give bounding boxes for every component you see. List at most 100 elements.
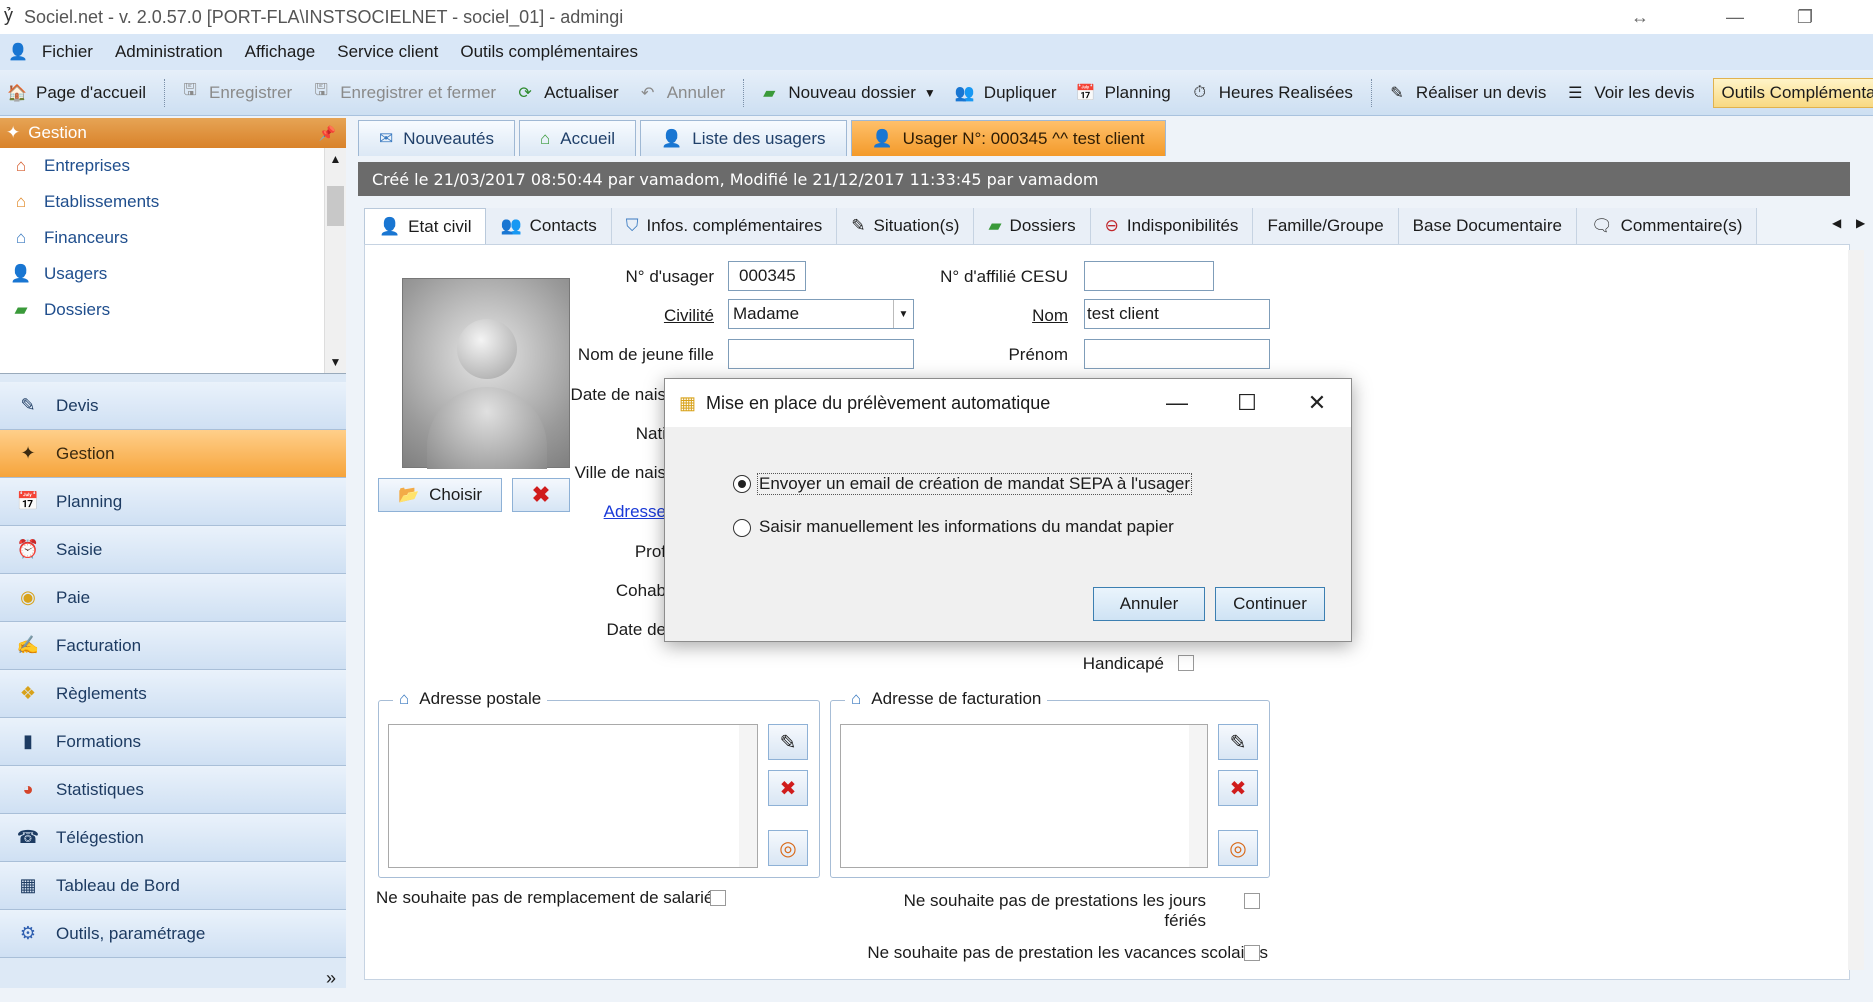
tab-dossiers[interactable]: ▰Dossiers <box>974 208 1090 244</box>
nav-telegestion[interactable]: ☎Télégestion <box>0 814 346 862</box>
menu-affichage[interactable]: Affichage <box>245 42 316 62</box>
home-icon: ⌂ <box>540 129 550 149</box>
nav-planning[interactable]: 📅Planning <box>0 478 346 526</box>
tab-usager[interactable]: 👤Usager N°: 000345 ^^ test client <box>851 120 1166 156</box>
sidebar-item-usagers[interactable]: 👤Usagers <box>0 256 346 292</box>
save-button[interactable]: 🖫Enregistrer <box>179 82 292 104</box>
nav-saisie[interactable]: ⏰Saisie <box>0 526 346 574</box>
nav-paie[interactable]: ◉Paie <box>0 574 346 622</box>
nav-reglements[interactable]: ❖Règlements <box>0 670 346 718</box>
folder-icon: ▰ <box>988 216 1001 236</box>
choose-photo-button[interactable]: 📂Choisir <box>378 478 502 512</box>
dialog-cancel-button[interactable]: Annuler <box>1093 587 1205 621</box>
scroll-down-icon[interactable]: ▼ <box>325 355 346 369</box>
option-manual-label[interactable]: Saisir manuellement les informations du … <box>759 517 1174 537</box>
menu-service-client[interactable]: Service client <box>337 42 438 62</box>
remplacement-checkbox[interactable] <box>710 890 726 906</box>
civilite-select[interactable]: Madame▼ <box>728 299 914 329</box>
save-close-button[interactable]: 🖫Enregistrer et fermer <box>310 82 496 104</box>
dialog-minimize-button[interactable]: — <box>1147 379 1207 427</box>
panel-scrollbar[interactable] <box>1848 250 1864 970</box>
adresse-link[interactable]: Adresse <box>560 502 666 522</box>
tab-liste-usagers[interactable]: 👤Liste des usagers <box>640 120 846 156</box>
option-email-label[interactable]: Envoyer un email de création de mandat S… <box>757 473 1192 495</box>
tab-contacts[interactable]: 👥Contacts <box>486 208 611 244</box>
menu-outils[interactable]: Outils complémentaires <box>460 42 638 62</box>
menu-fichier[interactable]: Fichier <box>42 42 93 62</box>
tab-scroll-right-icon[interactable]: ▶ <box>1856 216 1865 230</box>
vacances-checkbox[interactable] <box>1244 945 1260 961</box>
tab-nouveautes[interactable]: ✉Nouveautés <box>358 120 515 156</box>
textarea-scrollbar[interactable] <box>1189 725 1207 867</box>
adresse-postale-text[interactable] <box>388 724 758 868</box>
jeune-fille-field[interactable] <box>728 339 914 369</box>
establishment-icon: ⌂ <box>10 192 32 212</box>
dialog-close-button[interactable]: ✕ <box>1287 379 1347 427</box>
textarea-scrollbar[interactable] <box>739 725 757 867</box>
date-naissance-label: Date de nais <box>560 385 666 405</box>
feries-checkbox[interactable] <box>1244 893 1260 909</box>
tab-scroll-left-icon[interactable]: ◀ <box>1832 216 1841 230</box>
refresh-button[interactable]: ⟳Actualiser <box>514 82 619 104</box>
handicape-checkbox[interactable] <box>1178 655 1194 671</box>
nav-gestion[interactable]: ✦Gestion <box>0 430 346 478</box>
sidebar-item-entreprises[interactable]: ⌂Entreprises <box>0 148 346 184</box>
scroll-thumb[interactable] <box>327 186 344 226</box>
cancel-toolbar-button[interactable]: ↶Annuler <box>637 82 726 104</box>
tab-base-documentaire[interactable]: Base Documentaire <box>1399 208 1577 244</box>
pin-icon[interactable]: 📌 <box>319 125 336 142</box>
user-photo <box>402 278 570 468</box>
sidebar-item-financeurs[interactable]: ⌂Financeurs <box>0 220 346 256</box>
menu-administration[interactable]: Administration <box>115 42 223 62</box>
duplicate-button[interactable]: 👥Dupliquer <box>954 82 1057 104</box>
expand-icon[interactable]: » <box>326 968 336 989</box>
nav-outils-parametrage[interactable]: ⚙Outils, paramétrage <box>0 910 346 958</box>
see-quotes-button[interactable]: ☰Voir les devis <box>1564 82 1694 104</box>
adresse-facturation-text[interactable] <box>840 724 1208 868</box>
delete-billing-button[interactable]: ✖ <box>1218 770 1258 806</box>
locate-address-button[interactable]: ◎ <box>768 830 808 866</box>
edit-billing-button[interactable]: ✎ <box>1218 724 1258 760</box>
option-manual-radio[interactable] <box>733 519 751 537</box>
tab-indisponibilites[interactable]: ⊖Indisponibilités <box>1091 208 1254 244</box>
cesu-field[interactable] <box>1084 261 1214 291</box>
new-folder-button[interactable]: ▰Nouveau dossier▼ <box>758 82 935 104</box>
planning-button[interactable]: 📅Planning <box>1075 82 1171 104</box>
tab-commentaires[interactable]: 🗨Commentaire(s) <box>1577 208 1757 244</box>
make-quote-button[interactable]: ✎Réaliser un devis <box>1386 82 1546 104</box>
tab-etat-civil[interactable]: 👤Etat civil <box>364 208 486 244</box>
dialog-continue-button[interactable]: Continuer <box>1215 587 1325 621</box>
nav-tableau-de-bord[interactable]: ▦Tableau de Bord <box>0 862 346 910</box>
restore-button[interactable]: ❐ <box>1770 0 1840 34</box>
minimize-button[interactable]: — <box>1700 0 1770 34</box>
resize-icon[interactable]: ↔ <box>1605 0 1675 34</box>
nav-devis[interactable]: ✎Devis <box>0 382 346 430</box>
tab-famille[interactable]: Famille/Groupe <box>1253 208 1398 244</box>
tab-accueil[interactable]: ⌂Accueil <box>519 120 636 156</box>
dialog-maximize-button[interactable]: ☐ <box>1217 379 1277 427</box>
num-usager-field[interactable]: 000345 <box>728 261 806 291</box>
nav-facturation[interactable]: ✍Facturation <box>0 622 346 670</box>
nom-field[interactable]: test client <box>1084 299 1270 329</box>
nav-statistiques[interactable]: ◕Statistiques <box>0 766 346 814</box>
option-email-radio[interactable] <box>733 475 751 493</box>
nav-formations[interactable]: ▮Formations <box>0 718 346 766</box>
house-icon: ⌂ <box>851 689 861 709</box>
clock-icon: ⏱ <box>1189 82 1211 104</box>
hours-button[interactable]: ⏱Heures Realisées <box>1189 82 1353 104</box>
scroll-up-icon[interactable]: ▲ <box>325 152 346 166</box>
splitter[interactable] <box>0 374 346 382</box>
home-button[interactable]: 🏠Page d'accueil <box>6 82 146 104</box>
app-window-icon: ▦ <box>679 393 696 414</box>
delete-address-button[interactable]: ✖ <box>768 770 808 806</box>
tab-infos[interactable]: ⛉Infos. complémentaires <box>612 208 838 244</box>
chevron-down-icon[interactable]: ▼ <box>893 300 913 328</box>
sidebar-item-etablissements[interactable]: ⌂Etablissements <box>0 184 346 220</box>
sidebar-item-dossiers[interactable]: ▰Dossiers <box>0 292 346 328</box>
tab-situations[interactable]: ✎Situation(s) <box>837 208 974 244</box>
tools-button[interactable]: Outils Complémentaires <box>1713 78 1873 108</box>
sidebar-scrollbar[interactable]: ▲ ▼ <box>324 148 346 373</box>
edit-address-button[interactable]: ✎ <box>768 724 808 760</box>
prenom-field[interactable] <box>1084 339 1270 369</box>
locate-billing-button[interactable]: ◎ <box>1218 830 1258 866</box>
